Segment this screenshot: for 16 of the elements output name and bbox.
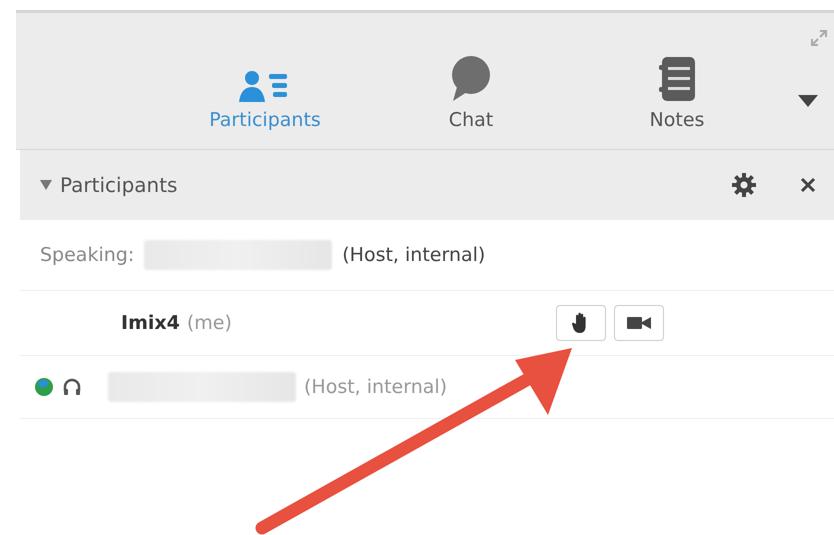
collapse-triangle-icon[interactable] <box>40 180 52 190</box>
speaking-label: Speaking: <box>40 244 134 266</box>
video-button[interactable] <box>614 305 664 341</box>
close-icon[interactable] <box>800 177 816 193</box>
notebook-icon <box>657 55 697 103</box>
participant-role: (Host, internal) <box>304 376 448 398</box>
video-camera-icon <box>626 316 651 330</box>
headset-icon <box>62 377 82 397</box>
panel-title: Participants <box>60 173 178 197</box>
speech-bubble-icon <box>449 55 493 103</box>
participant-note: (me) <box>186 312 232 334</box>
dropdown-caret-icon[interactable] <box>798 95 818 107</box>
participant-name: Imix4 <box>121 312 180 334</box>
raise-hand-button[interactable] <box>556 305 606 341</box>
status-globe-icon <box>34 377 54 397</box>
speaker-role: (Host, internal) <box>342 244 486 266</box>
